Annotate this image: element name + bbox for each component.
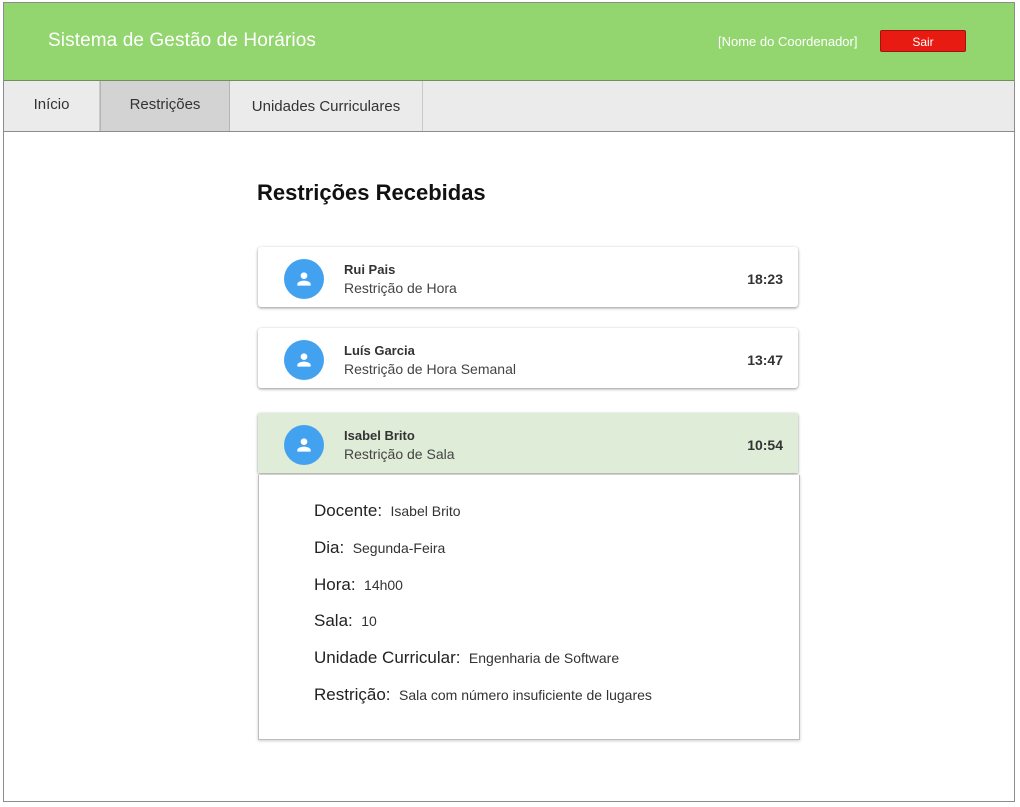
person-icon [284,259,324,299]
detail-value: Segunda-Feira [352,540,446,556]
detail-label: Unidade Curricular: [314,648,461,667]
restriction-time: 18:23 [747,271,783,287]
app-header: Sistema de Gestão de Horários [Nome do C… [4,3,1014,81]
detail-value: 14h00 [364,577,403,593]
user-name: [Nome do Coordenador] [718,34,858,49]
app-title: Sistema de Gestão de Horários [48,30,316,51]
restriction-details-panel: Docente: Isabel Brito Dia: Segunda-Feira… [258,475,800,740]
restriction-sender: Luís Garcia [344,343,415,358]
tab-restricoes[interactable]: Restrições [100,81,230,131]
detail-unidade-curricular: Unidade Curricular: Engenharia de Softwa… [314,648,619,668]
person-icon [284,425,324,465]
detail-label: Hora: [314,575,356,594]
restriction-type: Restrição de Hora [344,280,457,296]
detail-value: Sala com número insuficiente de lugares [398,687,652,703]
person-icon [284,340,324,380]
restriction-card-selected[interactable]: Isabel Brito Restrição de Sala 10:54 [258,413,798,473]
restriction-sender: Isabel Brito [344,428,415,443]
restriction-card[interactable]: Luís Garcia Restrição de Hora Semanal 13… [258,328,798,388]
restriction-card[interactable]: Rui Pais Restrição de Hora 18:23 [258,247,798,307]
detail-label: Dia: [314,538,345,557]
restriction-type: Restrição de Hora Semanal [344,361,516,377]
restriction-type: Restrição de Sala [344,446,455,462]
detail-value: Isabel Brito [390,503,461,519]
detail-label: Restrição: [314,685,391,704]
page-title: Restrições Recebidas [257,180,486,205]
detail-docente: Docente: Isabel Brito [314,501,461,521]
detail-sala: Sala: 10 [314,611,377,631]
detail-label: Sala: [314,611,353,630]
app-window: Sistema de Gestão de Horários [Nome do C… [3,2,1015,802]
nav-tabs: Início Restrições Unidades Curriculares [4,81,1014,132]
detail-value: Engenharia de Software [468,650,620,666]
restriction-time: 10:54 [747,437,783,453]
tab-inicio[interactable]: Início [4,81,100,131]
detail-label: Docente: [314,501,383,520]
detail-dia: Dia: Segunda-Feira [314,538,445,558]
restriction-sender: Rui Pais [344,262,396,277]
restriction-time: 13:47 [747,352,783,368]
tab-unidades-curriculares[interactable]: Unidades Curriculares [230,81,423,131]
detail-restricao: Restrição: Sala com número insuficiente … [314,685,652,705]
detail-hora: Hora: 14h00 [314,575,403,595]
logout-button[interactable]: Sair [880,30,966,52]
detail-value: 10 [361,613,377,629]
